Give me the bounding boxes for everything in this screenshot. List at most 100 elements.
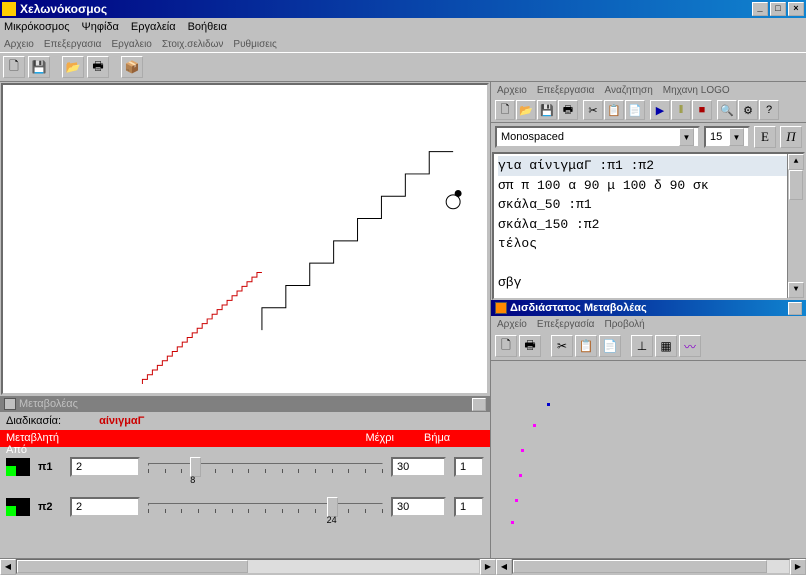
editor-scrollbar[interactable]: ▲ ▼ <box>787 154 803 298</box>
maximize-button[interactable]: □ <box>770 2 786 16</box>
slider-track[interactable]: 8 <box>148 455 383 479</box>
trace-dot <box>521 449 524 452</box>
v2d-copy-button[interactable]: 📋 <box>575 335 597 357</box>
ed-copy-button[interactable]: 📋 <box>604 100 624 120</box>
open-button[interactable]: 📂 <box>62 56 84 78</box>
v2d-menu-view[interactable]: Προβολή <box>604 319 644 330</box>
menu-voitheia[interactable]: Βοήθεια <box>188 21 227 33</box>
find-button[interactable]: 🔍 <box>717 100 737 120</box>
variator2d-menubar: Αρχείο Επεξεργασία Προβολή <box>491 316 806 332</box>
code-line[interactable]: σβγ <box>498 273 799 293</box>
submenu-edit[interactable]: Επεξεργασια <box>44 39 102 50</box>
window-titlebar: Χελωνόκοσμος _ □ × <box>0 0 806 18</box>
header-to: Μέχρι <box>96 432 424 445</box>
code-line[interactable]: σκάλα_150 :π2 <box>498 215 799 235</box>
variator2d-icon <box>495 302 507 314</box>
turtle-canvas[interactable] <box>1 83 489 395</box>
hscroll2-right-button[interactable]: ▶ <box>790 559 806 575</box>
trace-dot <box>511 521 514 524</box>
menu-psifida[interactable]: Ψηφίδα <box>82 21 119 33</box>
print-button[interactable]: 🖶 <box>87 56 109 78</box>
variator-header-row: Μεταβλητή Από Μέχρι Βήμα <box>0 430 490 447</box>
slider-row: π1 8 <box>0 447 490 487</box>
ed-paste-button[interactable]: 📄 <box>625 100 645 120</box>
variator-maximize-button[interactable] <box>472 398 486 411</box>
tool-a-button[interactable]: ⚙ <box>738 100 758 120</box>
code-line[interactable] <box>498 254 799 274</box>
scroll-up-button[interactable]: ▲ <box>788 154 804 170</box>
close-button[interactable]: × <box>788 2 804 16</box>
code-line[interactable]: σπ π 100 α 90 μ 100 δ 90 σκ <box>498 176 799 196</box>
v2d-new-button[interactable]: 🗋 <box>495 335 517 357</box>
scroll-thumb[interactable] <box>789 170 803 200</box>
submenu-settings[interactable]: Ρυθμισεις <box>233 39 276 50</box>
chevron-down-icon: ▼ <box>729 128 744 146</box>
ed-cut-button[interactable]: ✂ <box>583 100 603 120</box>
package-button[interactable]: 📦 <box>121 56 143 78</box>
v2d-trace-button[interactable]: 〰 <box>679 335 701 357</box>
font-size-select[interactable]: 15 ▼ <box>704 126 750 148</box>
editor-menu-search[interactable]: Αναζητηση <box>604 85 652 96</box>
v2d-print-button[interactable]: 🖶 <box>519 335 541 357</box>
pause-button[interactable]: ‖ <box>671 100 691 120</box>
horizontal-scrollbar[interactable]: ◀ ▶ ◀ ▶ <box>0 558 806 574</box>
code-line[interactable]: τέλος <box>498 234 799 254</box>
turtle-icon <box>446 195 460 209</box>
code-line[interactable]: σκάλα_50 :π1 <box>498 195 799 215</box>
editor-menu-file[interactable]: Αρχειο <box>497 85 527 96</box>
submenu-file[interactable]: Αρχειο <box>4 39 34 50</box>
hscroll-track[interactable] <box>16 559 480 574</box>
v2d-menu-file[interactable]: Αρχείο <box>497 319 527 330</box>
procedure-label: Διαδικασία: <box>6 415 61 427</box>
slider-to-input[interactable] <box>391 457 446 477</box>
submenu-pageelems[interactable]: Στοιχ.σελιδων <box>162 39 224 50</box>
slider-thumb[interactable] <box>327 497 338 517</box>
stop-button[interactable]: ■ <box>692 100 712 120</box>
ed-print-button[interactable]: 🖶 <box>558 100 578 120</box>
window-title: Χελωνόκοσμος <box>20 2 752 16</box>
slider-thumb[interactable] <box>190 457 201 477</box>
v2d-paste-button[interactable]: 📄 <box>599 335 621 357</box>
ed-save-button[interactable]: 💾 <box>537 100 557 120</box>
save-button[interactable]: 💾 <box>28 56 50 78</box>
hscroll-thumb[interactable] <box>17 560 248 573</box>
editor-menu-logo[interactable]: Μηχανη LOGO <box>663 85 730 96</box>
v2d-axes-button[interactable]: ⊥ <box>631 335 653 357</box>
hscroll2-track[interactable] <box>512 559 790 574</box>
hscroll-right-button[interactable]: ▶ <box>480 559 496 575</box>
slider-from-input[interactable] <box>70 457 140 477</box>
italic-button[interactable]: Π <box>780 126 802 148</box>
run-button[interactable]: ▶ <box>650 100 670 120</box>
slider-step-input[interactable] <box>454 457 484 477</box>
slider-from-input[interactable] <box>70 497 140 517</box>
hscroll2-thumb[interactable] <box>513 560 767 573</box>
ed-open-button[interactable]: 📂 <box>516 100 536 120</box>
code-editor[interactable]: για αίνιγμαΓ :π1 :π2σπ π 100 α 90 μ 100 … <box>492 152 805 300</box>
variator2d-canvas[interactable] <box>491 361 806 558</box>
font-size-value: 15 <box>710 131 722 143</box>
hscroll-left-button[interactable]: ◀ <box>0 559 16 575</box>
v2d-menu-edit[interactable]: Επεξεργασία <box>537 319 595 330</box>
code-line[interactable]: για αίνιγμαΓ :π1 :π2 <box>498 156 799 176</box>
trace-dot <box>515 499 518 502</box>
v2d-cut-button[interactable]: ✂ <box>551 335 573 357</box>
help-button[interactable]: ? <box>759 100 779 120</box>
new-button[interactable]: 🗋 <box>3 56 25 78</box>
hscroll2-left-button[interactable]: ◀ <box>496 559 512 575</box>
slider-step-input[interactable] <box>454 497 484 517</box>
scroll-down-button[interactable]: ▼ <box>788 282 804 298</box>
minimize-button[interactable]: _ <box>752 2 768 16</box>
bold-button[interactable]: Ε <box>754 126 776 148</box>
v2d-grid-button[interactable]: ▦ <box>655 335 677 357</box>
slider-track[interactable]: 24 <box>148 495 383 519</box>
menu-ergaleia[interactable]: Εργαλεία <box>131 21 176 33</box>
slider-to-input[interactable] <box>391 497 446 517</box>
editor-menu-edit[interactable]: Επεξεργασια <box>537 85 595 96</box>
submenu-tool[interactable]: Εργαλειο <box>111 39 151 50</box>
header-step: Βήμα <box>424 432 484 445</box>
variator2d-maximize-button[interactable] <box>788 302 802 315</box>
font-family-select[interactable]: Monospaced ▼ <box>495 126 700 148</box>
turtle-head-icon <box>455 190 462 197</box>
ed-new-button[interactable]: 🗋 <box>495 100 515 120</box>
menu-mikrokosmos[interactable]: Μικρόκοσμος <box>4 21 70 33</box>
